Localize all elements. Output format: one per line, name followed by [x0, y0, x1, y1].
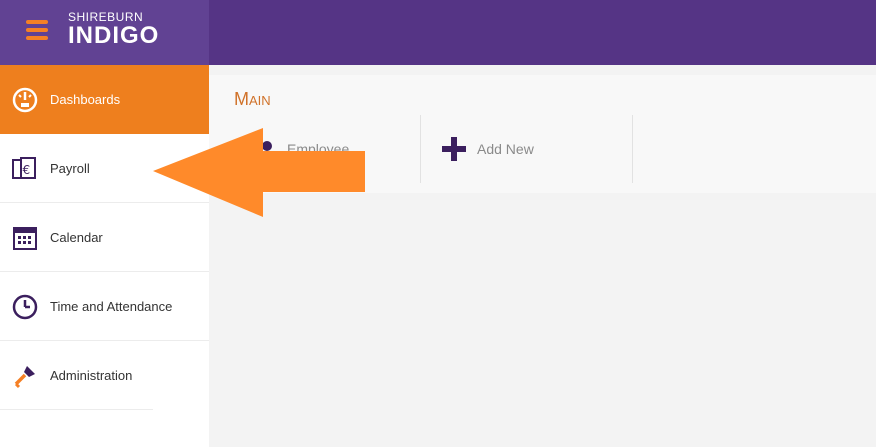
sidebar-item-dashboards[interactable]: Dashboards — [0, 65, 209, 134]
sidebar-item-label: Payroll — [50, 161, 90, 176]
highlight-arrow — [153, 128, 365, 217]
sidebar-item-administration[interactable]: Administration — [0, 341, 209, 410]
hamburger-menu-icon[interactable] — [26, 20, 48, 42]
divider — [0, 409, 153, 410]
sidebar-item-label: Administration — [50, 368, 133, 383]
logo-line-2: INDIGO — [68, 22, 160, 49]
tile-add-new[interactable]: Add New — [421, 115, 633, 183]
clock-icon — [0, 272, 50, 341]
page-title: Main — [234, 89, 271, 109]
plus-icon — [441, 136, 467, 162]
key-icon — [0, 341, 50, 410]
payroll-euro-icon: € — [0, 134, 50, 203]
calendar-icon — [0, 203, 50, 272]
sidebar-item-label: Dashboards — [50, 92, 121, 107]
brand-area: SHIREBURN INDIGO — [0, 0, 209, 65]
divider — [632, 115, 633, 183]
dashboard-gauge-icon — [0, 65, 50, 134]
sidebar-item-time-and-attendance[interactable]: Time and Attendance — [0, 272, 209, 341]
main-content: Main Employee Add New — [209, 65, 876, 447]
sidebar-item-label: Time and Attendance — [50, 299, 173, 314]
sidebar: Dashboards € Payroll Calendar Time and A… — [0, 65, 209, 447]
svg-text:€: € — [23, 163, 31, 177]
sidebar-item-label: Calendar — [50, 230, 103, 245]
app-logo: SHIREBURN INDIGO — [68, 11, 159, 48]
tile-label: Add New — [477, 141, 534, 157]
